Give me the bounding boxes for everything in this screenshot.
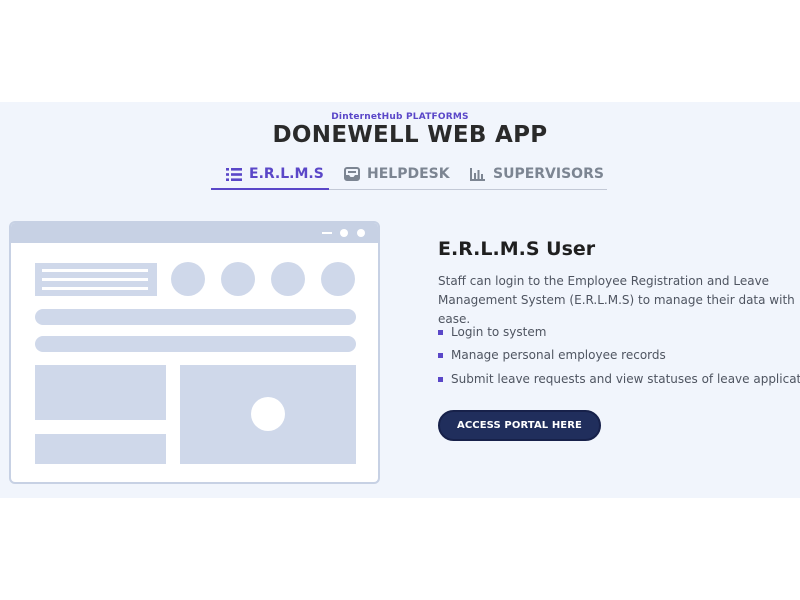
- tab-helpdesk[interactable]: HELPDESK: [343, 158, 450, 190]
- mockup-text-line: [42, 269, 148, 272]
- mockup-text-line: [42, 278, 148, 281]
- bullet-icon: [438, 352, 443, 358]
- bar-chart-icon: [469, 167, 486, 182]
- section-eyebrow: DinternetHub PLATFORMS: [331, 112, 469, 122]
- feature-label: Login to system: [451, 325, 547, 339]
- feature-item: Login to system: [438, 325, 546, 339]
- tab-supervisors[interactable]: SUPERVISORS: [469, 158, 604, 190]
- bullet-icon: [438, 376, 443, 382]
- feature-item: Submit leave requests and view statuses …: [438, 372, 800, 386]
- mockup-circle: [271, 262, 305, 296]
- platform-tabs: E.R.L.M.S HELPDESK SUPERVISORS: [211, 158, 607, 190]
- list-icon: [225, 167, 242, 182]
- mockup-circle: [221, 262, 255, 296]
- tab-erlms-label: E.R.L.M.S: [249, 166, 324, 182]
- minimize-glyph: [322, 232, 332, 234]
- mockup-circle: [171, 262, 205, 296]
- mockup-media-circle: [251, 397, 285, 431]
- bullet-icon: [438, 329, 443, 335]
- tab-supervisors-label: SUPERVISORS: [493, 166, 604, 182]
- feature-item: Manage personal employee records: [438, 348, 666, 362]
- platform-section: DinternetHub PLATFORMS DONEWELL WEB APP …: [0, 102, 800, 498]
- feature-label: Submit leave requests and view statuses …: [451, 372, 800, 386]
- page-title: DONEWELL WEB APP: [272, 122, 548, 148]
- mockup-panel: [35, 434, 166, 464]
- mockup-panel: [35, 365, 166, 420]
- active-tab-indicator: [211, 188, 329, 190]
- inbox-icon: [343, 167, 360, 182]
- window-dot: [357, 229, 365, 237]
- mockup-bar: [35, 309, 356, 325]
- mockup-circle: [321, 262, 355, 296]
- mockup-bar: [35, 336, 356, 352]
- tab-helpdesk-label: HELPDESK: [367, 166, 450, 182]
- panel-title: E.R.L.M.S User: [438, 238, 596, 260]
- mockup-text-line: [42, 287, 148, 290]
- panel-description: Staff can login to the Employee Registra…: [438, 274, 795, 326]
- browser-mockup-illustration: [9, 221, 380, 484]
- feature-label: Manage personal employee records: [451, 348, 666, 362]
- access-portal-button[interactable]: ACCESS PORTAL HERE: [438, 410, 601, 441]
- tab-erlms[interactable]: E.R.L.M.S: [225, 158, 324, 190]
- window-dot: [340, 229, 348, 237]
